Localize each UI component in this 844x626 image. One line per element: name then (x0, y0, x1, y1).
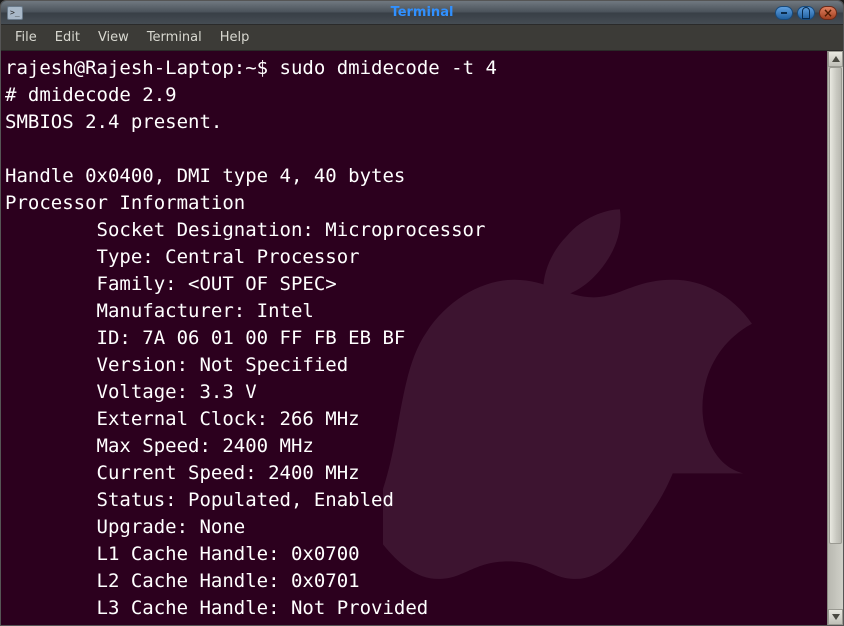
scroll-track[interactable] (828, 67, 843, 609)
menubar: File Edit View Terminal Help (1, 25, 843, 51)
prompt-command: sudo dmidecode -t 4 (280, 57, 497, 79)
menu-help[interactable]: Help (212, 27, 258, 48)
output-line: External Clock: 266 MHz (5, 408, 360, 430)
output-line: Max Speed: 2400 MHz (5, 435, 314, 457)
output-line: # dmidecode 2.9 (5, 84, 177, 106)
window-title: Terminal (1, 5, 843, 20)
output-line: Family: <OUT OF SPEC> (5, 273, 337, 295)
menu-edit[interactable]: Edit (47, 27, 88, 48)
menu-terminal[interactable]: Terminal (139, 27, 210, 48)
terminal-output[interactable]: rajesh@Rajesh-Laptop:~$ sudo dmidecode -… (1, 51, 827, 625)
terminal-icon (7, 6, 23, 20)
scroll-thumb[interactable] (829, 67, 842, 544)
menu-view[interactable]: View (90, 27, 137, 48)
output-line: SMBIOS 2.4 present. (5, 111, 222, 133)
scroll-up-button[interactable] (828, 51, 843, 67)
scroll-down-button[interactable] (828, 609, 843, 625)
titlebar[interactable]: Terminal (1, 1, 843, 25)
menu-file[interactable]: File (7, 27, 45, 48)
output-line: Version: Not Specified (5, 354, 348, 376)
window-controls (775, 6, 837, 20)
maximize-button[interactable] (797, 6, 815, 20)
prompt-userhost: rajesh@Rajesh-Laptop:~$ (5, 57, 280, 79)
output-line: Socket Designation: Microprocessor (5, 219, 485, 241)
chevron-up-icon (832, 56, 840, 62)
output-line: Manufacturer: Intel (5, 300, 314, 322)
output-line: Handle 0x0400, DMI type 4, 40 bytes (5, 165, 405, 187)
output-line: L2 Cache Handle: 0x0701 (5, 570, 360, 592)
chevron-down-icon (832, 614, 840, 620)
close-button[interactable] (819, 6, 837, 20)
titlebar-left (1, 6, 23, 20)
output-line: Status: Populated, Enabled (5, 489, 394, 511)
output-line: ID: 7A 06 01 00 FF FB EB BF (5, 327, 405, 349)
minimize-button[interactable] (775, 6, 793, 20)
output-line: L3 Cache Handle: Not Provided (5, 597, 428, 619)
terminal-window: Terminal File Edit View Terminal Help ra… (0, 0, 844, 626)
output-line: Processor Information (5, 192, 245, 214)
output-line: Type: Central Processor (5, 246, 360, 268)
scrollbar (827, 51, 843, 625)
terminal-area: rajesh@Rajesh-Laptop:~$ sudo dmidecode -… (1, 51, 843, 625)
output-line: Upgrade: None (5, 516, 245, 538)
output-line: Current Speed: 2400 MHz (5, 462, 360, 484)
output-line: L1 Cache Handle: 0x0700 (5, 543, 360, 565)
output-line: Voltage: 3.3 V (5, 381, 257, 403)
